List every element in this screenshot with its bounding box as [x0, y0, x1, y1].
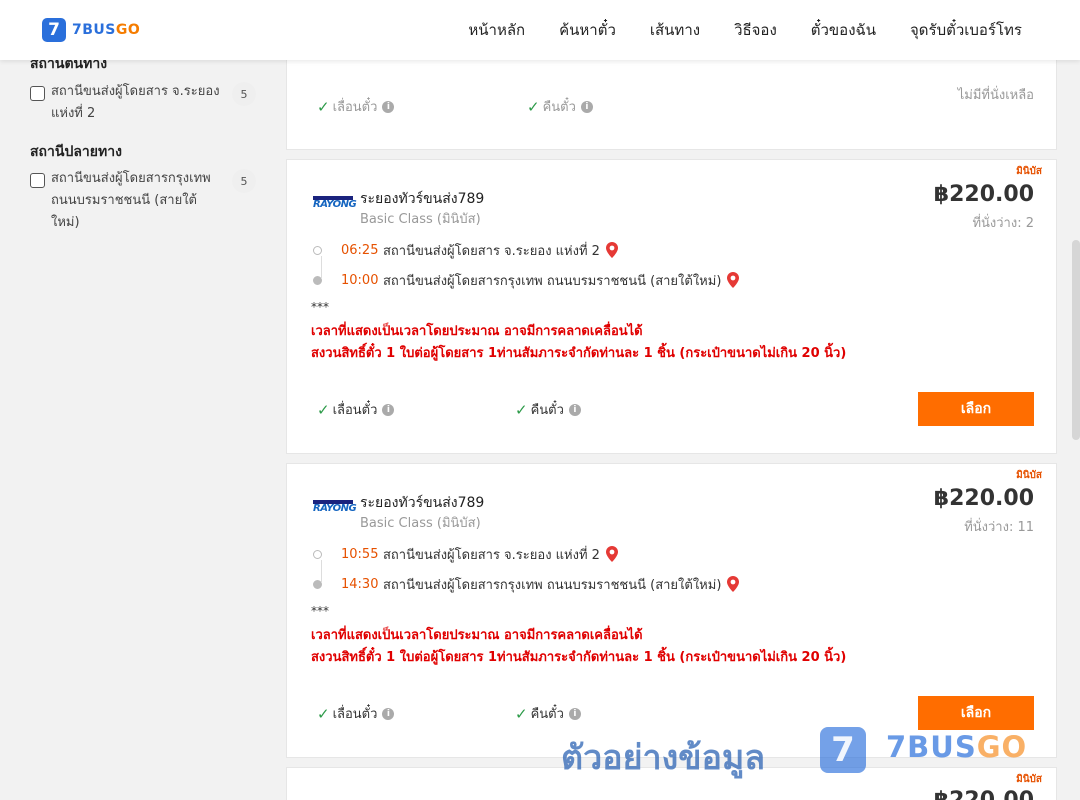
- trip-price: ฿220.00: [933, 486, 1034, 511]
- arrival-stop: 14:30 สถานีขนส่งผู้โดยสารกรุงเทพ ถนนบรมร…: [313, 574, 740, 594]
- operator-name: ระยองทัวร์ขนส่ง789: [360, 495, 485, 511]
- vehicle-type-badge: มินิบัส: [1016, 470, 1042, 481]
- reschedule-feature: ✓ เลื่อนตั๋ว i: [317, 96, 395, 117]
- origin-station-label: สถานีขนส่งผู้โดยสาร จ.ระยอง แห่งที่ 2: [51, 84, 220, 121]
- nav-my-tickets[interactable]: ตั๋วของฉัน: [811, 18, 876, 42]
- vehicle-type-badge: มินิบัส: [1016, 166, 1042, 177]
- nav-routes[interactable]: เส้นทาง: [650, 18, 700, 42]
- departure-stop: 06:25 สถานีขนส่งผู้โดยสาร จ.ระยอง แห่งที…: [313, 240, 618, 260]
- refund-label: คืนตั๋ว: [530, 403, 564, 418]
- map-pin-icon[interactable]: [727, 576, 740, 592]
- origin-station-count: 5: [232, 82, 256, 106]
- seats-available: ที่นั่งว่าง: 11: [964, 520, 1034, 535]
- departure-time: 10:55: [341, 546, 379, 562]
- reschedule-label: เลื่อนตั๋ว: [332, 707, 378, 722]
- main-nav: หน้าหลัก ค้นหาตั๋ว เส้นทาง วิธีจอง ตั๋วข…: [468, 0, 1022, 60]
- destination-station-label: สถานีขนส่งผู้โดยสารกรุงเทพ ถนนบรมราชชนนี…: [51, 171, 211, 230]
- departure-dot-icon: [313, 549, 322, 559]
- arrival-station: สถานีขนส่งผู้โดยสารกรุงเทพ ถนนบรมราชชนนี…: [383, 577, 722, 593]
- logo-icon: 7: [42, 18, 66, 42]
- destination-station-checkbox[interactable]: [30, 173, 45, 188]
- arrival-time: 10:00: [341, 272, 379, 288]
- vehicle-type-badge: มินิบัส: [1016, 774, 1042, 785]
- trip-card: มินิบัส RAYONG ระยองทัวร์ขนส่ง789 Basic …: [286, 463, 1057, 758]
- destination-station-title: สถานีปลายทาง: [30, 144, 122, 160]
- departure-stop: 10:55 สถานีขนส่งผู้โดยสาร จ.ระยอง แห่งที…: [313, 544, 618, 564]
- nav-how-to-book[interactable]: วิธีจอง: [734, 18, 777, 42]
- arrival-dot-icon: [313, 579, 322, 589]
- arrival-station: สถานีขนส่งผู้โดยสารกรุงเทพ ถนนบรมราชชนนี…: [383, 273, 722, 289]
- check-icon: ✓: [317, 97, 330, 116]
- remark-stars: ***: [311, 604, 329, 618]
- operator-name: ระยองทัวร์ขนส่ง789: [360, 191, 485, 207]
- trip-price: ฿220.00: [933, 182, 1034, 207]
- info-icon[interactable]: i: [382, 403, 395, 416]
- time-notice: เวลาที่แสดงเป็นเวลาโดยประมาณ อาจมีการคลา…: [311, 324, 643, 339]
- luggage-notice: สงวนสิทธิ์ตั๋ว 1 ใบต่อผู้โดยสาร 1ท่านสัม…: [311, 346, 847, 361]
- watermark-brand: 7BUSGO: [886, 730, 1028, 764]
- select-trip-button[interactable]: เลือก: [918, 392, 1034, 426]
- page-scrollbar[interactable]: [1072, 240, 1080, 440]
- nav-home[interactable]: หน้าหลัก: [468, 18, 525, 42]
- reschedule-feature: ✓ เลื่อนตั๋ว i: [317, 703, 395, 724]
- nav-ticket-pickup[interactable]: จุดรับตั๋วเบอร์โทร: [910, 18, 1022, 42]
- sample-data-watermark: ตัวอย่างข้อมูล: [561, 738, 766, 778]
- bus-class: Basic Class (มินิบัส): [360, 212, 481, 227]
- reschedule-label: เลื่อนตั๋ว: [332, 403, 378, 418]
- refund-feature: ✓ คืนตั๋ว i: [527, 96, 593, 117]
- departure-time: 06:25: [341, 242, 379, 258]
- top-header: 7 7BUSGO หน้าหลัก ค้นหาตั๋ว เส้นทาง วิธี…: [0, 0, 1080, 60]
- departure-dot-icon: [313, 245, 322, 255]
- reschedule-feature: ✓ เลื่อนตั๋ว i: [317, 399, 395, 420]
- arrival-dot-icon: [313, 275, 322, 285]
- check-icon: ✓: [515, 704, 528, 723]
- info-icon[interactable]: i: [580, 100, 593, 113]
- remark-stars: ***: [311, 300, 329, 314]
- luggage-notice: สงวนสิทธิ์ตั๋ว 1 ใบต่อผู้โดยสาร 1ท่านสัม…: [311, 650, 847, 665]
- select-trip-button[interactable]: เลือก: [918, 696, 1034, 730]
- destination-station-filter[interactable]: สถานีขนส่งผู้โดยสารกรุงเทพ ถนนบรมราชชนนี…: [30, 169, 256, 234]
- info-icon[interactable]: i: [568, 403, 581, 416]
- check-icon: ✓: [317, 704, 330, 723]
- origin-station-checkbox[interactable]: [30, 86, 45, 101]
- check-icon: ✓: [527, 97, 540, 116]
- refund-feature: ✓ คืนตั๋ว i: [515, 703, 581, 724]
- info-icon[interactable]: i: [382, 707, 395, 720]
- refund-feature: ✓ คืนตั๋ว i: [515, 399, 581, 420]
- check-icon: ✓: [515, 400, 528, 419]
- time-notice: เวลาที่แสดงเป็นเวลาโดยประมาณ อาจมีการคลา…: [311, 628, 643, 643]
- trip-price: ฿220.00: [934, 788, 1034, 800]
- operator-logo: RAYONG: [313, 500, 357, 518]
- map-pin-icon[interactable]: [605, 546, 618, 562]
- reschedule-label: เลื่อนตั๋ว: [332, 100, 378, 115]
- refund-label: คืนตั๋ว: [530, 707, 564, 722]
- site-logo[interactable]: 7 7BUSGO: [42, 17, 140, 43]
- info-icon[interactable]: i: [568, 707, 581, 720]
- destination-station-count: 5: [232, 169, 256, 193]
- departure-station: สถานีขนส่งผู้โดยสาร จ.ระยอง แห่งที่ 2: [383, 547, 600, 563]
- map-pin-icon[interactable]: [727, 272, 740, 288]
- check-icon: ✓: [317, 400, 330, 419]
- arrival-stop: 10:00 สถานีขนส่งผู้โดยสารกรุงเทพ ถนนบรมร…: [313, 270, 740, 290]
- nav-search-ticket[interactable]: ค้นหาตั๋ว: [559, 18, 616, 42]
- origin-station-filter[interactable]: สถานีขนส่งผู้โดยสาร จ.ระยอง แห่งที่ 2 5: [30, 82, 256, 125]
- map-pin-icon[interactable]: [605, 242, 618, 258]
- seats-available: ที่นั่งว่าง: 2: [972, 216, 1034, 231]
- info-icon[interactable]: i: [382, 100, 395, 113]
- bus-class: Basic Class (มินิบัส): [360, 516, 481, 531]
- arrival-time: 14:30: [341, 576, 379, 592]
- departure-station: สถานีขนส่งผู้โดยสาร จ.ระยอง แห่งที่ 2: [383, 243, 600, 259]
- trip-card: มินิบัส RAYONG ระยองทัวร์ขนส่ง789 Basic …: [286, 159, 1057, 454]
- watermark-logo-icon: 7: [820, 727, 866, 773]
- refund-label: คืนตั๋ว: [542, 100, 576, 115]
- operator-logo: RAYONG: [313, 196, 357, 214]
- no-seat-text: ไม่มีที่นั่งเหลือ: [957, 88, 1034, 103]
